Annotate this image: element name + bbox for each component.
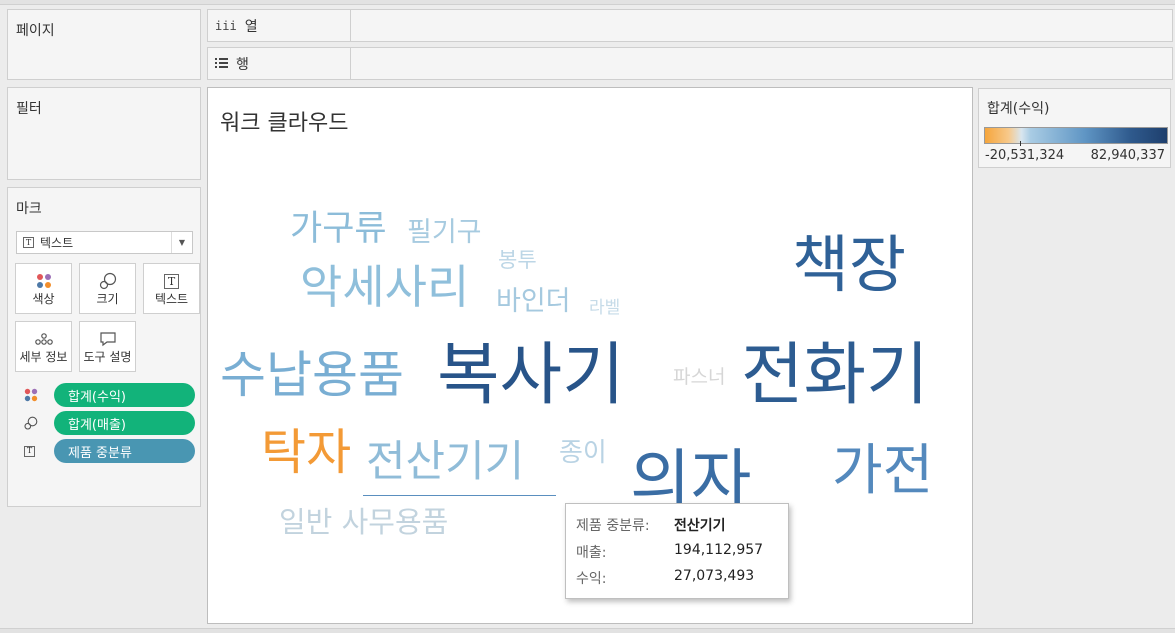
word-cloud-item[interactable]: 종이 bbox=[559, 440, 607, 466]
viz-title: 워크 클라우드 bbox=[220, 111, 349, 136]
word-cloud-item[interactable]: 복사기 bbox=[437, 342, 625, 410]
color-icon bbox=[16, 271, 71, 291]
text-icon: T bbox=[16, 445, 38, 457]
profit-sum-pill-label: 합계(수익) bbox=[68, 389, 126, 405]
word-cloud-item[interactable]: 수납용품 bbox=[220, 350, 404, 400]
tooltip-icon bbox=[80, 329, 135, 349]
legend-color-ramp bbox=[984, 127, 1168, 144]
pill-row-subcategory: T 제품 중분류 bbox=[16, 439, 201, 463]
word-cloud-item[interactable]: 전산기기 bbox=[366, 441, 524, 484]
tooltip-category-label: 제품 중분류: bbox=[576, 518, 650, 534]
color-legend[interactable]: 합계(수익) -20,531,324 82,940,337 bbox=[978, 88, 1171, 168]
rows-shelf-label: 행 bbox=[236, 56, 249, 73]
size-icon bbox=[80, 271, 135, 291]
tooltip-profit-value: 27,073,493 bbox=[674, 568, 755, 584]
columns-icon: iii bbox=[215, 18, 237, 33]
color-icon bbox=[16, 388, 38, 402]
pill-row-sales: 합계(매출) bbox=[16, 411, 201, 435]
word-cloud-item[interactable]: 바인더 bbox=[496, 288, 571, 315]
word-cloud-item[interactable]: 악세사리 bbox=[300, 264, 469, 310]
detail-button[interactable]: 세부 정보 bbox=[15, 321, 72, 372]
hover-underline bbox=[363, 495, 556, 496]
pages-card-title: 페이지 bbox=[16, 23, 55, 39]
profit-sum-pill[interactable]: 합계(수익) bbox=[54, 383, 195, 407]
marks-card-title: 마크 bbox=[16, 201, 42, 217]
columns-shelf-header: iii 열 bbox=[208, 10, 351, 41]
tooltip-sales-value: 194,112,957 bbox=[674, 542, 764, 558]
word-cloud-item[interactable]: 봉투 bbox=[498, 250, 537, 271]
word-cloud-item[interactable]: 일반 사무용품 bbox=[279, 508, 448, 537]
tooltip-profit-label: 수익: bbox=[576, 571, 607, 587]
legend-title: 합계(수익) bbox=[987, 101, 1050, 117]
legend-max-value: 82,940,337 bbox=[1090, 148, 1165, 163]
marks-card: 마크 T 텍스트 ▼ 색상 크기 T 텍스트 세부 정보 도구 설명 합계(수익… bbox=[7, 187, 201, 507]
detail-icon bbox=[16, 329, 71, 349]
sales-sum-pill[interactable]: 합계(매출) bbox=[54, 411, 195, 435]
tooltip-category-value: 전산기기 bbox=[674, 518, 726, 534]
color-button-label: 색상 bbox=[32, 292, 55, 306]
tooltip-button-label: 도구 설명 bbox=[83, 350, 132, 364]
columns-shelf-label: 열 bbox=[244, 18, 258, 35]
chevron-down-icon[interactable]: ▼ bbox=[171, 232, 192, 253]
filters-card-title: 필터 bbox=[16, 101, 42, 117]
tooltip-button[interactable]: 도구 설명 bbox=[79, 321, 136, 372]
subcategory-pill[interactable]: 제품 중분류 bbox=[54, 439, 195, 463]
word-cloud-item[interactable]: 전화기 bbox=[741, 342, 929, 410]
sales-sum-pill-label: 합계(매출) bbox=[68, 417, 126, 433]
text-button-label: 텍스트 bbox=[154, 292, 189, 306]
top-toolbar-strip bbox=[0, 0, 1175, 5]
pages-card[interactable]: 페이지 bbox=[7, 9, 201, 80]
word-cloud-item[interactable]: 가전 bbox=[832, 443, 933, 498]
rows-shelf-header: 행 bbox=[208, 48, 351, 79]
word-cloud-item[interactable]: 책장 bbox=[792, 234, 906, 296]
columns-shelf[interactable]: iii 열 bbox=[207, 9, 1173, 42]
mark-type-value: 텍스트 bbox=[40, 236, 74, 250]
size-button[interactable]: 크기 bbox=[79, 263, 136, 314]
mark-type-dropdown[interactable]: T 텍스트 ▼ bbox=[16, 231, 193, 254]
word-cloud-item[interactable]: 탁자 bbox=[261, 428, 351, 477]
rows-shelf[interactable]: 행 bbox=[207, 47, 1173, 80]
word-cloud-item[interactable]: 가구류 bbox=[290, 212, 387, 247]
text-icon: T bbox=[144, 271, 199, 291]
text-button[interactable]: T 텍스트 bbox=[143, 263, 200, 314]
color-button[interactable]: 색상 bbox=[15, 263, 72, 314]
size-button-label: 크기 bbox=[96, 292, 119, 306]
word-cloud-item[interactable]: 필기구 bbox=[407, 219, 482, 246]
subcategory-pill-label: 제품 중분류 bbox=[68, 445, 132, 461]
word-cloud-item[interactable]: 파스너 bbox=[673, 368, 725, 387]
detail-button-label: 세부 정보 bbox=[19, 350, 68, 364]
filters-card[interactable]: 필터 bbox=[7, 87, 201, 180]
tooltip-sales-label: 매출: bbox=[576, 545, 607, 561]
word-cloud-item[interactable]: 라벨 bbox=[589, 300, 620, 317]
mark-tooltip: 제품 중분류: 전산기기 매출: 194,112,957 수익: 27,073,… bbox=[565, 503, 789, 599]
size-icon bbox=[16, 416, 38, 430]
rows-icon bbox=[215, 57, 228, 71]
pill-row-profit: 합계(수익) bbox=[16, 383, 201, 407]
text-icon: T bbox=[23, 237, 34, 248]
sheet-tabs-strip bbox=[0, 628, 1175, 633]
legend-zero-tick bbox=[1020, 141, 1021, 146]
legend-min-value: -20,531,324 bbox=[985, 148, 1065, 163]
